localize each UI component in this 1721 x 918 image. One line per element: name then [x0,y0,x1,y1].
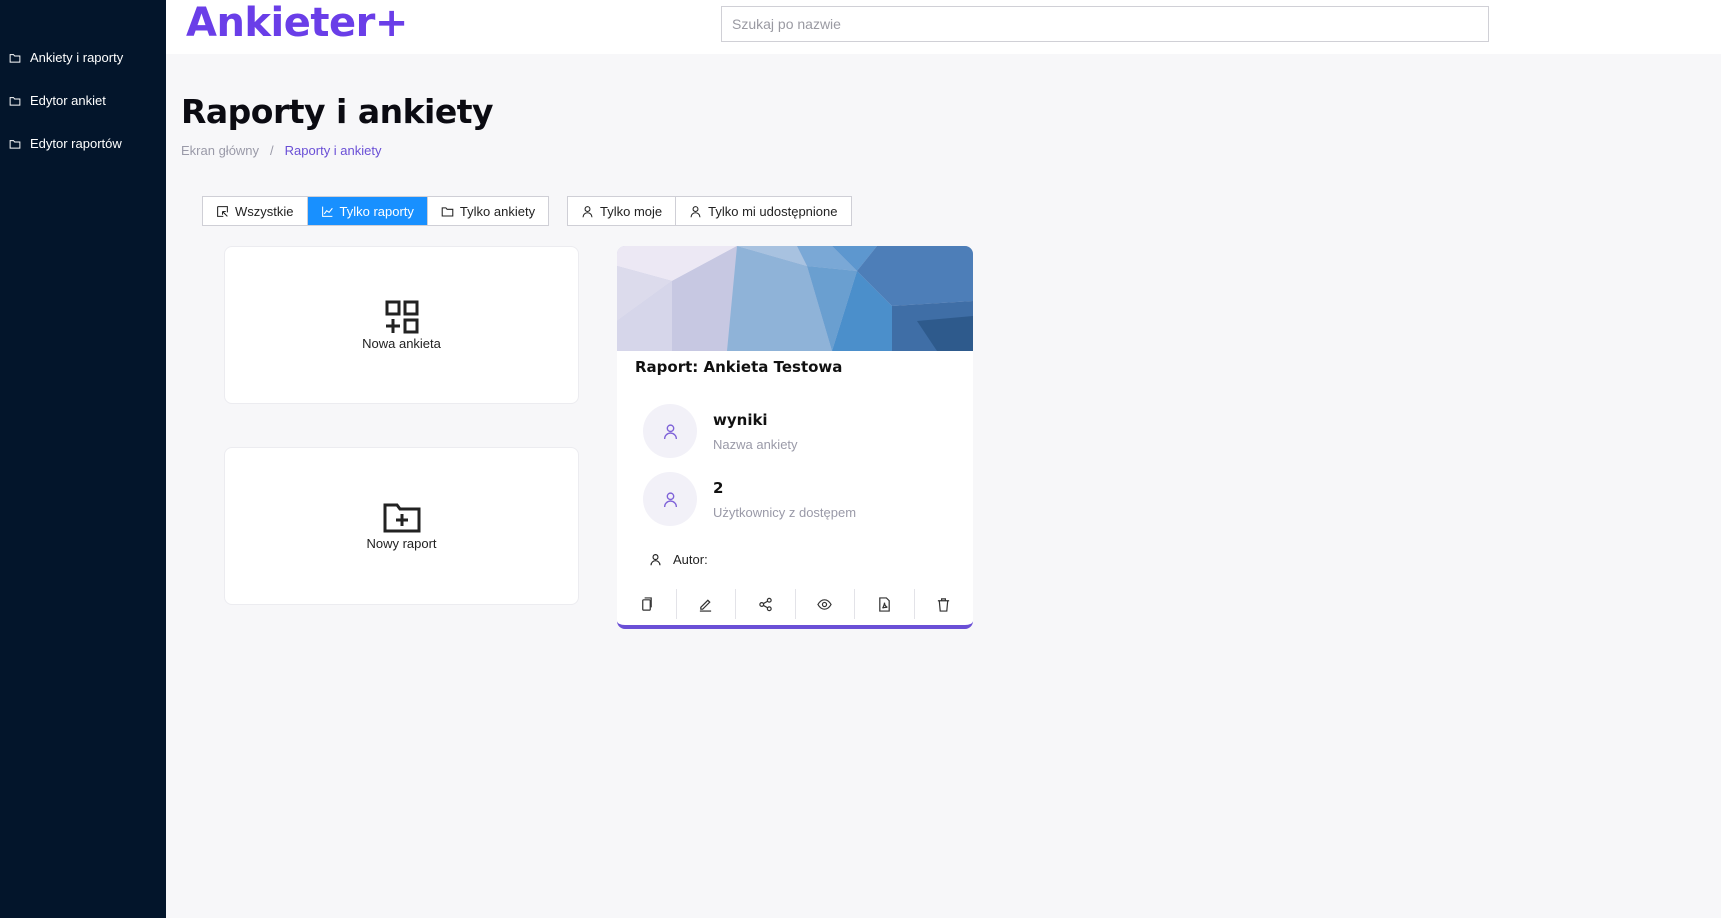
report-actions [617,589,973,619]
sidebar-item-survey-editor[interactable]: Edytor ankiet [9,93,106,108]
report-card[interactable]: Raport: Ankieta Testowa wyniki Nazwa ank… [617,246,973,629]
owner-filter-group: Tylko moje Tylko mi udostępnione [567,196,852,226]
sidebar: Ankiety i raporty Edytor ankiet Edytor r… [0,0,166,918]
copy-icon [641,596,652,611]
folder-icon [9,139,21,149]
user-icon [663,491,677,507]
export-pdf-button[interactable] [855,589,915,619]
users-caption: Użytkownicy z dostępem [713,504,857,520]
filter-mine-only-label: Tylko moje [600,203,663,219]
breadcrumb: Ekran główny / Raporty i ankiety [181,143,382,158]
select-all-icon [217,205,228,217]
edit-icon [700,598,712,612]
share-icon [759,597,772,611]
report-banner-image [617,246,973,351]
share-button[interactable] [736,589,796,619]
add-grid-icon [385,300,418,333]
filter-mine-only-button[interactable]: Tylko moje [568,197,677,225]
author-row: Autor: [649,552,708,567]
copy-button[interactable] [617,589,677,619]
search-input[interactable] [721,6,1489,42]
user-icon [663,423,677,439]
filter-all-label: Wszystkie [235,203,294,219]
page-title: Raporty i ankiety [181,92,494,131]
survey-name-caption: Nazwa ankiety [713,436,798,452]
eye-icon [817,598,833,610]
breadcrumb-current: Raporty i ankiety [284,143,382,158]
user-icon [582,205,593,217]
user-icon [690,205,701,217]
filter-shared-with-me-label: Tylko mi udostępnione [708,203,838,219]
delete-button[interactable] [915,589,974,619]
delete-icon [938,597,950,612]
user-icon [650,554,661,566]
filter-surveys-only-label: Tylko ankiety [459,203,536,219]
type-filter-group: Wszystkie Tylko raporty Tylko ankiety [202,196,550,226]
breadcrumb-separator: / [270,143,274,158]
author-label: Autor: [673,552,708,567]
survey-name-row: wyniki Nazwa ankiety [643,404,798,458]
line-chart-icon [321,206,333,217]
users-with-access-row: 2 Użytkownicy z dostępem [643,472,856,526]
sidebar-item-label: Edytor raportów [30,136,122,151]
new-report-card[interactable]: Nowy raport [224,447,579,605]
report-title: Raport: Ankieta Testowa [635,358,843,376]
survey-name-value: wyniki [713,410,768,429]
filter-reports-only-button[interactable]: Tylko raporty [307,197,428,225]
logo-text: Ankieter [186,0,375,46]
filter-all-button[interactable]: Wszystkie [203,197,308,225]
filter-surveys-only-button[interactable]: Tylko ankiety [428,197,548,225]
edit-button[interactable] [677,589,736,619]
avatar [643,404,697,458]
new-survey-card[interactable]: Nowa ankieta [224,246,579,404]
logo-plus: + [374,0,409,46]
file-pdf-icon [878,596,890,612]
top-header: Ankieter+ [166,0,1721,54]
folder-icon [9,53,21,63]
preview-button[interactable] [796,589,855,619]
folder-add-icon [383,503,420,532]
filter-reports-only-label: Tylko raporty [339,203,414,219]
sidebar-item-label: Ankiety i raporty [30,50,124,65]
app-logo[interactable]: Ankieter+ [186,0,408,46]
folder-icon [441,206,454,216]
new-report-label: Nowy raport [366,535,437,551]
sidebar-item-report-editor[interactable]: Edytor raportów [9,136,122,151]
sidebar-item-label: Edytor ankiet [30,93,106,108]
breadcrumb-home[interactable]: Ekran główny [181,143,259,158]
sidebar-item-surveys-and-reports[interactable]: Ankiety i raporty [9,50,123,65]
avatar [643,472,697,526]
users-count-value: 2 [713,478,724,497]
folder-icon [9,96,21,106]
new-survey-label: Nowa ankieta [362,335,441,351]
filter-shared-with-me-button[interactable]: Tylko mi udostępnione [676,197,850,225]
